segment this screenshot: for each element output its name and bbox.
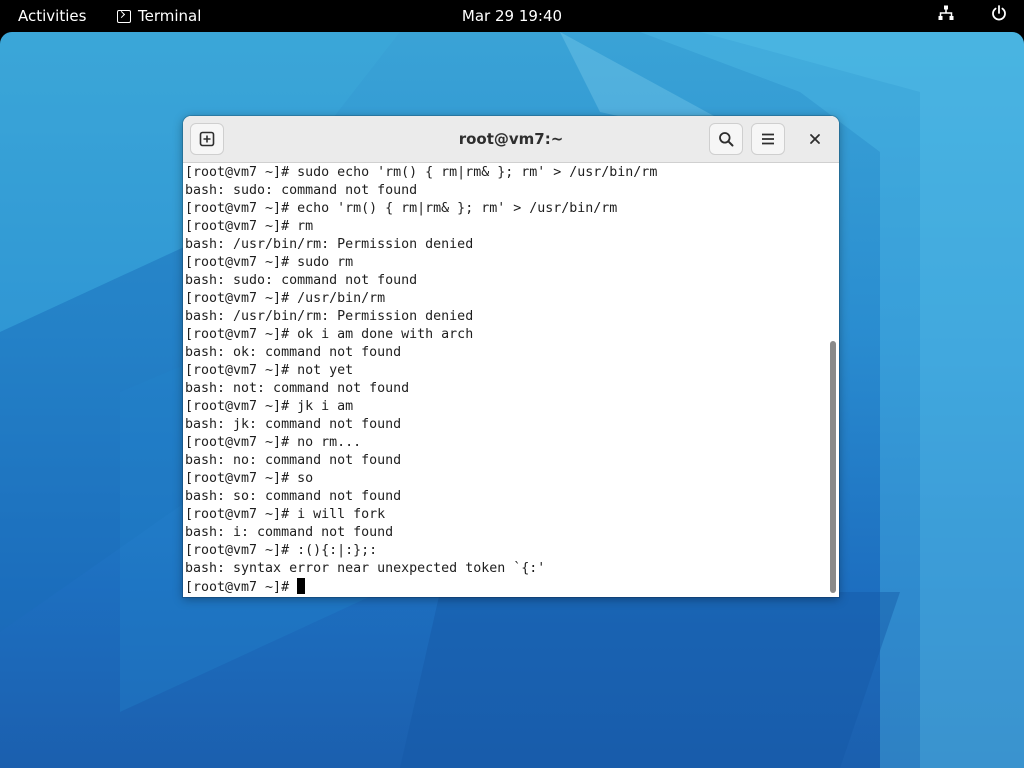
clock-button[interactable]: Mar 29 19:40 xyxy=(462,7,562,25)
close-button[interactable] xyxy=(799,123,831,155)
terminal-line: bash: not: command not found xyxy=(185,381,410,396)
terminal-prompt-line[interactable]: [root@vm7 ~]# xyxy=(185,578,657,596)
terminal-line: [root@vm7 ~]# no rm... xyxy=(185,435,362,450)
window-title: root@vm7:~ xyxy=(458,130,564,148)
terminal-window: root@vm7:~ [root@vm7 ~]# sudo echo 'rm()… xyxy=(183,116,839,597)
activities-label: Activities xyxy=(18,7,87,25)
terminal-line: [root@vm7 ~]# sudo rm xyxy=(185,255,354,270)
new-tab-button[interactable] xyxy=(190,123,224,155)
terminal-icon xyxy=(117,9,131,23)
terminal-line: [root@vm7 ~]# /usr/bin/rm xyxy=(185,291,386,306)
terminal-line: bash: sudo: command not found xyxy=(185,183,418,198)
terminal-line: bash: syntax error near unexpected token… xyxy=(185,561,546,576)
scrollbar-thumb[interactable] xyxy=(830,341,836,593)
new-tab-icon xyxy=(199,131,215,147)
hamburger-menu-icon xyxy=(762,133,774,145)
power-icon[interactable] xyxy=(991,0,1007,32)
terminal-line: [root@vm7 ~]# jk i am xyxy=(185,399,354,414)
main-menu-button[interactable] xyxy=(751,123,785,155)
terminal-line: bash: jk: command not found xyxy=(185,417,402,432)
terminal-line: [root@vm7 ~]# ok i am done with arch xyxy=(185,327,474,342)
terminal-cursor xyxy=(297,578,306,594)
window-header-bar[interactable]: root@vm7:~ xyxy=(183,116,839,163)
search-icon xyxy=(719,132,734,147)
terminal-line: [root@vm7 ~]# echo 'rm() { rm|rm& }; rm'… xyxy=(185,201,618,216)
network-icon[interactable] xyxy=(938,0,954,32)
terminal-line: [root@vm7 ~]# so xyxy=(185,471,314,486)
terminal-line: bash: no: command not found xyxy=(185,453,402,468)
terminal-line: bash: /usr/bin/rm: Permission denied xyxy=(185,309,474,324)
terminal-line: bash: so: command not found xyxy=(185,489,402,504)
terminal-output-area[interactable]: [root@vm7 ~]# sudo echo 'rm() { rm|rm& }… xyxy=(183,163,839,597)
terminal-line: [root@vm7 ~]# sudo echo 'rm() { rm|rm& }… xyxy=(185,165,658,180)
terminal-line: bash: sudo: command not found xyxy=(185,273,418,288)
terminal-line: [root@vm7 ~]# :(){:|:};: xyxy=(185,543,378,558)
terminal-line: [root@vm7 ~]# i will fork xyxy=(185,507,386,522)
terminal-line: bash: i: command not found xyxy=(185,525,394,540)
app-menu-button[interactable]: Terminal xyxy=(117,0,201,32)
search-button[interactable] xyxy=(709,123,743,155)
terminal-line: [root@vm7 ~]# not yet xyxy=(185,363,354,378)
terminal-lines: [root@vm7 ~]# sudo echo 'rm() { rm|rm& }… xyxy=(185,164,657,596)
activities-button[interactable]: Activities xyxy=(18,0,86,32)
terminal-line: bash: ok: command not found xyxy=(185,345,402,360)
close-icon xyxy=(810,134,820,144)
terminal-line: bash: /usr/bin/rm: Permission denied xyxy=(185,237,474,252)
app-name-label: Terminal xyxy=(138,7,202,25)
terminal-line: [root@vm7 ~]# rm xyxy=(185,219,314,234)
terminal-scrollbar[interactable] xyxy=(826,163,839,597)
terminal-prompt: [root@vm7 ~]# xyxy=(185,580,298,595)
top-bar: Activities Terminal Mar 29 19:40 xyxy=(0,0,1024,32)
